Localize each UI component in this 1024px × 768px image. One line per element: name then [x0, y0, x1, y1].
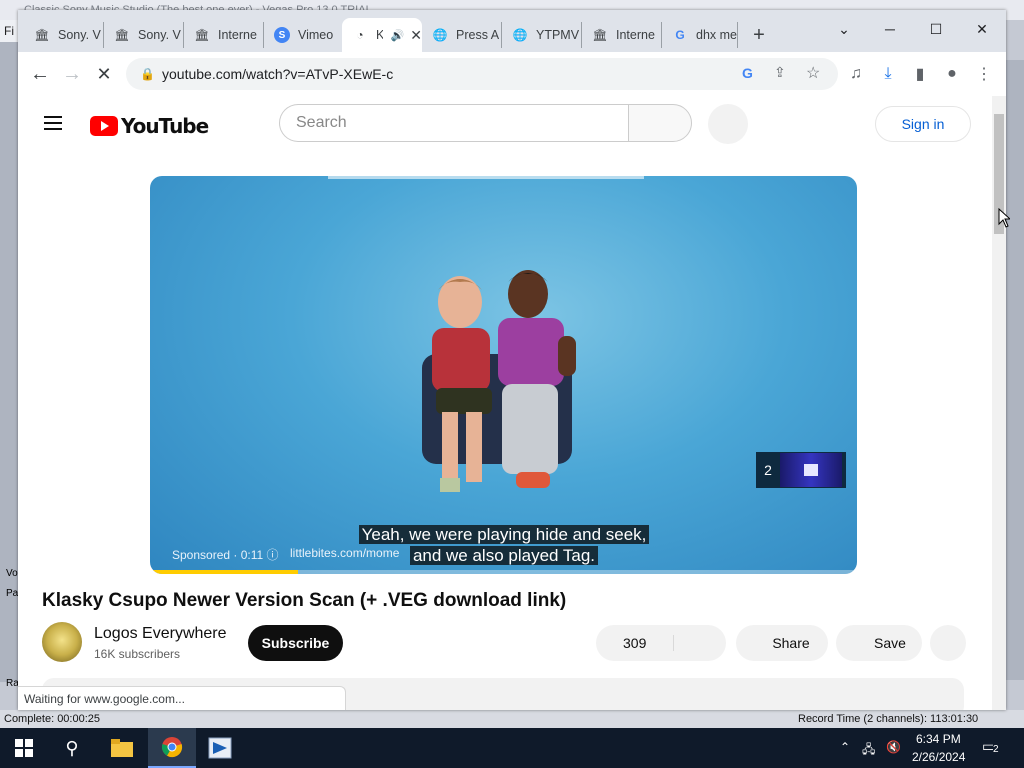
caption-line: and we also played Tag. — [409, 546, 599, 565]
youtube-header: YouTube Search Sign in — [18, 96, 992, 152]
complete-status: Complete: 00:00:25 — [4, 713, 101, 725]
google-lens-icon[interactable]: G — [742, 65, 753, 81]
background-app-right-panel — [1006, 60, 1024, 680]
browser-status-bubble: Waiting for www.google.com... — [18, 686, 346, 710]
notifications-icon[interactable]: ▭ 2 — [982, 738, 1004, 756]
file-menu[interactable]: Fi — [4, 24, 14, 38]
share-page-icon[interactable]: ⇪ — [774, 64, 786, 81]
dislike-button[interactable] — [674, 625, 726, 661]
network-icon[interactable]: 🖧 — [862, 740, 875, 761]
hamburger-menu-icon[interactable] — [44, 116, 62, 118]
like-button[interactable]: 309 — [596, 635, 675, 651]
search-button[interactable] — [628, 104, 692, 142]
bookmark-star-icon[interactable]: ☆ — [806, 63, 820, 83]
loading-icon: ◔ — [356, 28, 364, 42]
browser-tab[interactable]: 🌐 YTPMV — [502, 22, 582, 48]
browser-tab[interactable]: Gdhx me — [662, 22, 738, 48]
left-label: Ra — [6, 678, 19, 689]
close-window-button[interactable]: ✕ — [962, 16, 1002, 42]
tab-search-icon[interactable]: ⌄ — [824, 16, 864, 42]
tab-strip: 🏛 Sony. V 🏛 Sony. V 🏛 Interne S Vimeo ◔ K 🔊 ✕… — [18, 10, 1006, 52]
youtube-logo[interactable]: YouTube — [90, 114, 209, 138]
windows-start-icon[interactable] — [0, 728, 48, 768]
browser-window: 🏛 Sony. V 🏛 Sony. V 🏛 Interne S Vimeo ◔ K 🔊 ✕… — [18, 10, 1006, 710]
vimeo-icon: S — [274, 27, 290, 43]
show-hidden-icons-icon[interactable]: ⌃ — [840, 740, 850, 754]
globe-icon: 🌐 — [432, 28, 448, 42]
volume-muted-icon[interactable]: 🔇 — [886, 740, 901, 754]
profile-icon[interactable]: ● — [938, 60, 966, 88]
youtube-play-icon — [90, 116, 118, 136]
maximize-button[interactable]: ☐ — [916, 16, 956, 42]
more-actions-button[interactable] — [930, 625, 966, 661]
minimize-button[interactable]: ─ — [870, 16, 910, 42]
video-progress-fill — [150, 570, 299, 574]
browser-tab[interactable]: 🏛 Interne — [184, 22, 264, 48]
url-text[interactable]: youtube.com/watch?v=ATvP-XEwE-c — [162, 66, 393, 82]
mouse-cursor-icon — [998, 208, 1010, 228]
youtube-page: YouTube Search Sign in 2 Yeah, we were p… — [18, 96, 992, 710]
chrome-taskbar-icon[interactable] — [148, 728, 196, 768]
video-title: Klasky Csupo Newer Version Scan (+ .VEG … — [42, 590, 567, 611]
browser-toolbar: ← → ✕ 🔒 youtube.com/watch?v=ATvP-XEwE-c … — [18, 52, 1006, 97]
side-panel-icon[interactable]: ▮ — [906, 60, 934, 88]
browser-tab[interactable]: 🏛 Interne — [582, 22, 662, 48]
search-icon[interactable]: ⚲ — [48, 728, 96, 768]
sign-in-button[interactable]: Sign in — [875, 106, 971, 142]
clock-time[interactable]: 6:34 PM — [916, 732, 961, 746]
browser-tab[interactable]: 🌐 Press A — [422, 22, 502, 48]
google-icon: G — [675, 28, 685, 42]
ad-count: 2 — [764, 462, 772, 478]
new-tab-button[interactable]: + — [746, 22, 772, 48]
notification-count: 2 — [993, 744, 999, 755]
subscriber-count: 16K subscribers — [94, 647, 181, 661]
background-app-left-panel: Vo Pa Ra — [0, 42, 19, 689]
lock-icon[interactable]: 🔒 — [140, 67, 155, 81]
windows-taskbar: ⚲ ⌃ 🖧 🔇 6:34 PM 2/26/2024 ▭ 2 — [0, 728, 1024, 768]
browser-tab-active[interactable]: ◔ K 🔊 ✕ — [342, 18, 422, 52]
globe-icon: 🌐 — [512, 28, 528, 42]
close-tab-icon[interactable]: ✕ — [410, 27, 422, 44]
vegas-taskbar-icon[interactable] — [196, 728, 244, 768]
channel-avatar[interactable] — [42, 622, 82, 662]
browser-tab[interactable]: 🏛 Sony. V — [24, 22, 104, 48]
channel-name[interactable]: Logos Everywhere — [94, 625, 227, 643]
file-explorer-icon[interactable] — [98, 728, 146, 768]
loading-indicator — [328, 176, 644, 179]
museum-icon: 🏛 — [114, 28, 130, 42]
sponsored-label: Sponsored · 0:11 ⓘ — [172, 548, 279, 562]
audio-playing-icon[interactable]: 🔊 — [391, 29, 405, 42]
share-button[interactable]: Share — [736, 625, 828, 661]
forward-icon[interactable]: → — [58, 60, 86, 88]
caption-line: Yeah, we were playing hide and seek, — [358, 525, 650, 544]
download-icon[interactable]: ⤓ — [874, 60, 902, 88]
video-child-right — [498, 270, 576, 488]
browser-tab[interactable]: 🏛 Sony. V — [104, 22, 184, 48]
menu-kebab-icon[interactable]: ⋮ — [970, 60, 998, 88]
save-button[interactable]: Save — [836, 625, 922, 661]
back-icon[interactable]: ← — [26, 60, 54, 88]
museum-icon: 🏛 — [34, 28, 50, 42]
background-app-statusbar: Complete: 00:00:25 Record Time (2 channe… — [0, 710, 1024, 728]
record-time-status: Record Time (2 channels): 113:01:30 — [798, 713, 979, 725]
museum-icon: 🏛 — [592, 28, 608, 42]
museum-icon: 🏛 — [194, 28, 210, 42]
address-bar[interactable]: 🔒 youtube.com/watch?v=ATvP-XEwE-c G ⇪ ☆ — [126, 58, 838, 90]
search-input[interactable]: Search — [279, 104, 628, 142]
background-app-menu[interactable]: Fi — [0, 20, 20, 42]
clock-date[interactable]: 2/26/2024 — [912, 750, 965, 764]
left-label: Vo — [6, 568, 18, 579]
like-dislike-group: 309 — [596, 625, 726, 661]
media-controls-icon[interactable]: ♫ — [842, 60, 870, 88]
video-player[interactable]: 2 Yeah, we were playing hide and seek, a… — [150, 176, 857, 574]
voice-search-icon[interactable] — [708, 104, 748, 144]
ad-queue-thumbnail[interactable]: 2 — [756, 452, 846, 488]
subscribe-button[interactable]: Subscribe — [248, 625, 343, 661]
sponsor-link[interactable]: littlebites.com/mome — [290, 546, 399, 560]
left-label: Pa — [6, 588, 19, 599]
browser-tab[interactable]: S Vimeo — [264, 22, 342, 48]
ad-thumbnail — [780, 453, 842, 487]
stop-loading-icon[interactable]: ✕ — [90, 60, 118, 88]
